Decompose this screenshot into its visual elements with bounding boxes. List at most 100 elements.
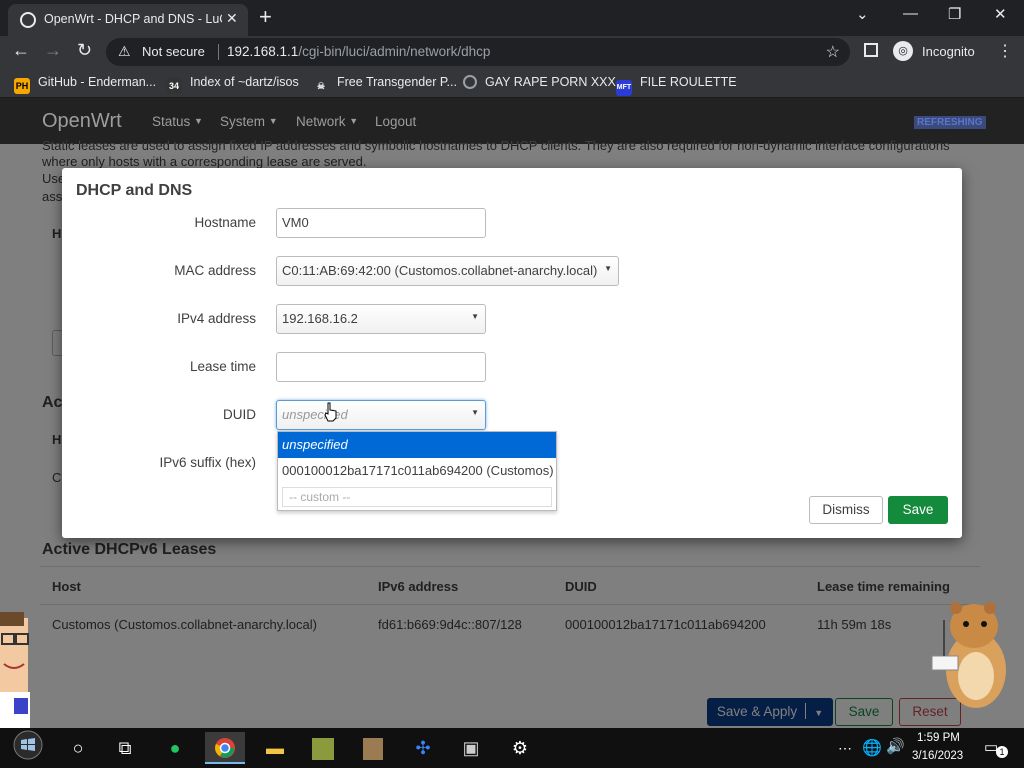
network-globe-icon[interactable]: 🌐 — [862, 738, 882, 758]
ipv4-address-value: 192.168.16.2 — [282, 311, 358, 326]
ipv4-address-label: IPv4 address — [177, 311, 256, 326]
bookmark-label: Free Transgender P... — [337, 75, 457, 89]
hand-cursor-icon — [324, 402, 337, 422]
mac-address-label: MAC address — [174, 263, 256, 278]
duid-option-customos[interactable]: 000100012ba17171c011ab694200 (Customos) — [278, 458, 556, 484]
menu-network[interactable]: Network ▼ — [296, 114, 358, 129]
windows-taskbar: ○ ⧉ ● ▬ ✣ ▣ ⚙ ⋯ 🌐 🔊 1:59 PM 3/16/2023 ▭ … — [0, 728, 1024, 768]
incognito-label[interactable]: Incognito — [922, 44, 975, 59]
duid-label: DUID — [223, 407, 256, 422]
bookmark-label: GitHub - Enderman... — [38, 75, 157, 89]
lease-time-input[interactable] — [276, 352, 486, 382]
cartoon-face-sticker — [0, 612, 30, 728]
address-bar[interactable]: ⚠ Not secure 192.168.1.1/cgi-bin/luci/ad… — [106, 38, 850, 66]
duid-dropdown: unspecified 000100012ba17171c011ab694200… — [277, 431, 557, 511]
dropdown-arrow-icon: ▼ — [471, 312, 479, 321]
globe-icon — [463, 75, 477, 89]
bookmark-label: Index of ~dartz/isos — [190, 75, 299, 89]
caret-down-icon: ▼ — [268, 116, 278, 126]
bookmark-item[interactable]: ☠ Free Transgender P... — [313, 75, 457, 94]
notification-count: 1 — [996, 746, 1008, 758]
side-panel-icon[interactable] — [864, 43, 878, 57]
skull-icon: ☠ — [316, 81, 326, 91]
bookmark-item[interactable]: 34 Index of ~dartz/isos — [166, 75, 299, 94]
omnibox-divider — [218, 44, 219, 60]
lease-time-label: Lease time — [189, 359, 256, 374]
modal-save-button[interactable]: Save — [888, 496, 948, 524]
bookmark-item[interactable]: MFT FILE ROULETTE — [616, 75, 737, 96]
hamster-sticker — [931, 602, 1006, 708]
tab-title: OpenWrt - DHCP and DNS - LuCI — [44, 12, 222, 26]
caret-down-icon: ▼ — [349, 116, 359, 126]
reload-icon[interactable]: ↻ — [77, 40, 92, 61]
menu-network-label: Network — [296, 114, 346, 129]
search-icon[interactable]: ○ — [58, 732, 98, 764]
browser-menu-icon[interactable]: ⋮ — [997, 41, 1013, 61]
bookmarks-bar: PH GitHub - Enderman... 34 Index of ~dartz… — [0, 68, 1024, 98]
menu-system-label: System — [220, 114, 266, 129]
url-text: 192.168.1.1/cgi-bin/luci/admin/network/d… — [227, 44, 490, 59]
browser-toolbar: ← → ↻ ⚠ Not secure 192.168.1.1/cgi-bin/l… — [0, 36, 1024, 68]
openwrt-brand[interactable]: OpenWrt — [42, 110, 122, 133]
caret-down-icon: ▼ — [194, 116, 203, 126]
tray-overflow-icon[interactable]: ⋯ — [838, 740, 852, 757]
forward-icon[interactable]: → — [44, 40, 62, 61]
menu-status[interactable]: Status ▼ — [152, 114, 203, 129]
roblox-game-icon[interactable] — [303, 732, 343, 764]
bookmark-item[interactable]: GAY RAPE PORN XXX — [463, 75, 616, 89]
dhcp-lease-modal: DHCP and DNS Hostname VM0 MAC address C0… — [62, 168, 962, 538]
ph-icon: PH — [14, 78, 30, 94]
bookmark-star-icon[interactable]: ☆ — [826, 42, 840, 62]
bookmark-item[interactable]: PH GitHub - Enderman... — [14, 75, 156, 94]
new-tab-icon[interactable]: + — [259, 4, 272, 30]
duid-option-unspecified[interactable]: unspecified — [278, 432, 556, 458]
browser-tabstrip: OpenWrt - DHCP and DNS - LuCI ✕ + ⌄ — ❐ … — [0, 0, 1024, 36]
clock-time[interactable]: 1:59 PM — [917, 732, 960, 744]
duid-select[interactable]: unspecified ▼ — [276, 400, 486, 430]
close-window-icon[interactable]: ✕ — [994, 5, 1007, 23]
hostname-label: Hostname — [194, 215, 256, 230]
settings-gear-icon[interactable]: ⚙ — [500, 732, 540, 764]
tab-search-icon[interactable]: ⌄ — [856, 5, 869, 23]
dismiss-button[interactable]: Dismiss — [809, 496, 883, 524]
ipv4-address-select[interactable]: 192.168.16.2 ▼ — [276, 304, 486, 334]
bookmark-label: GAY RAPE PORN XXX — [485, 75, 616, 89]
openwrt-favicon-icon — [20, 12, 36, 28]
tab-close-icon[interactable]: ✕ — [226, 10, 238, 27]
mac-address-select[interactable]: C0:11:AB:69:42:00 (Customos.collabnet-an… — [276, 256, 619, 286]
windows-logo-icon — [13, 730, 43, 760]
menu-status-label: Status — [152, 114, 191, 129]
page-content: OpenWrt Status ▼ System ▼ Network ▼ Logo… — [0, 98, 1024, 728]
network-app-icon[interactable]: ✣ — [403, 732, 443, 764]
minimize-icon[interactable]: — — [903, 5, 918, 22]
refreshing-badge: REFRESHING — [914, 116, 986, 129]
chrome-icon[interactable] — [205, 732, 245, 764]
spotify-icon[interactable]: ● — [155, 732, 195, 764]
app-icon[interactable] — [353, 732, 393, 764]
url-host: 192.168.1.1 — [227, 44, 299, 59]
windows-start-icon[interactable] — [8, 730, 48, 762]
virtual-machine-icon[interactable]: ▣ — [451, 732, 491, 764]
task-view-icon[interactable]: ⧉ — [105, 732, 145, 764]
incognito-icon[interactable]: ◎ — [893, 41, 913, 61]
url-path: /cgi-bin/luci/admin/network/dhcp — [298, 44, 491, 59]
clock-date[interactable]: 3/16/2023 — [912, 750, 963, 762]
dropdown-arrow-icon: ▼ — [604, 264, 612, 273]
back-icon[interactable]: ← — [12, 40, 30, 61]
ipv6-suffix-label: IPv6 suffix (hex) — [159, 455, 256, 470]
mft-icon: MFT — [616, 80, 632, 96]
dropdown-arrow-icon: ▼ — [471, 408, 479, 417]
restore-icon[interactable]: ❐ — [948, 5, 961, 23]
volume-icon[interactable]: 🔊 — [886, 737, 905, 755]
browser-tab[interactable]: OpenWrt - DHCP and DNS - LuCI ✕ — [8, 4, 248, 36]
warning-icon[interactable]: ⚠ — [118, 43, 131, 60]
hostname-input[interactable]: VM0 — [276, 208, 486, 238]
duid-custom-input[interactable]: -- custom -- — [282, 487, 552, 507]
bookmark-label: FILE ROULETTE — [640, 75, 737, 89]
numbered-folder-icon: 34 — [166, 78, 182, 94]
not-secure-label: Not secure — [142, 44, 205, 59]
menu-system[interactable]: System ▼ — [220, 114, 278, 129]
modal-title: DHCP and DNS — [76, 182, 193, 199]
menu-logout[interactable]: Logout — [375, 114, 416, 129]
file-explorer-icon[interactable]: ▬ — [255, 732, 295, 764]
